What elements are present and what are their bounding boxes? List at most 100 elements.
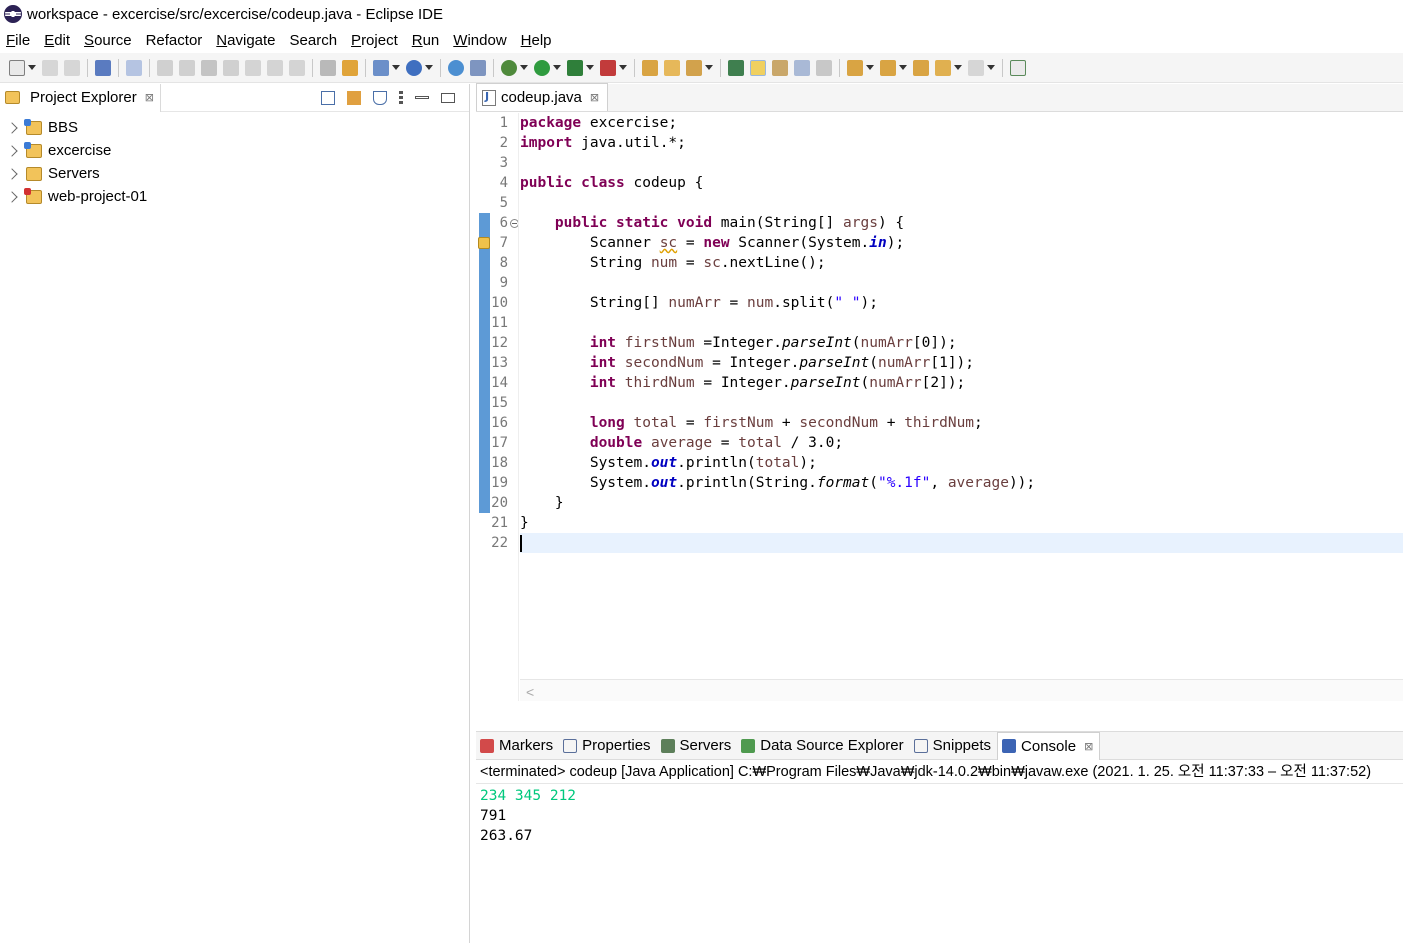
menu-run[interactable]: Run xyxy=(412,32,440,49)
toggle-breadcrumb-icon[interactable] xyxy=(728,59,744,76)
search-icon[interactable] xyxy=(686,59,702,76)
maximize-icon[interactable] xyxy=(441,92,455,103)
open-perspective-window-icon[interactable] xyxy=(1010,59,1026,76)
code-line-current[interactable] xyxy=(520,533,1403,553)
menu-edit[interactable]: Edit xyxy=(44,32,70,49)
code-line[interactable]: int secondNum = Integer.parseInt(numArr[… xyxy=(520,353,1403,373)
globe-icon[interactable] xyxy=(448,59,464,76)
new-java-project-icon[interactable] xyxy=(373,59,389,76)
mark-occurrences-icon[interactable] xyxy=(750,59,766,76)
tab-servers[interactable]: Servers xyxy=(657,732,738,760)
code-line[interactable]: System.out.println(total); xyxy=(520,453,1403,473)
code-line[interactable]: System.out.println(String.format("%.1f",… xyxy=(520,473,1403,493)
debug-icon[interactable] xyxy=(501,59,517,76)
menu-file[interactable]: File xyxy=(6,32,30,49)
menu-search[interactable]: Search xyxy=(290,32,338,49)
suspend-icon[interactable] xyxy=(179,59,195,76)
view-menu-icon[interactable] xyxy=(399,90,403,105)
scroll-left-arrow-icon[interactable]: < xyxy=(526,684,534,700)
coverage-dropdown-icon[interactable] xyxy=(586,65,594,70)
minimize-icon[interactable] xyxy=(415,96,429,99)
forward-dropdown-icon[interactable] xyxy=(987,65,995,70)
back-icon[interactable] xyxy=(935,59,951,76)
new-java-class-icon[interactable] xyxy=(406,59,422,76)
tab-properties[interactable]: Properties xyxy=(559,732,656,760)
forward-icon[interactable] xyxy=(968,59,984,76)
menu-window[interactable]: Window xyxy=(453,32,506,49)
code-line[interactable]: Scanner sc = new Scanner(System.in); xyxy=(520,233,1403,253)
use-step-filters-icon[interactable] xyxy=(320,59,336,76)
tab-data-source-explorer[interactable]: Data Source Explorer xyxy=(737,732,909,760)
back-dropdown-icon[interactable] xyxy=(954,65,962,70)
code-line[interactable] xyxy=(520,393,1403,413)
new-dropdown-icon[interactable] xyxy=(28,65,36,70)
next-annotation-dropdown-icon[interactable] xyxy=(866,65,874,70)
open-type-icon[interactable] xyxy=(642,59,658,76)
close-icon[interactable]: ⊠ xyxy=(590,91,599,104)
tab-project-explorer[interactable]: Project Explorer ⊠ xyxy=(0,83,161,112)
tab-codeup-java[interactable]: codeup.java ⊠ xyxy=(476,83,609,111)
drop-to-frame-icon[interactable] xyxy=(342,59,358,76)
open-folder-icon[interactable] xyxy=(664,59,680,76)
previous-annotation-icon[interactable] xyxy=(880,59,896,76)
run-icon[interactable] xyxy=(534,59,550,76)
tree-item-servers[interactable]: Servers xyxy=(0,162,469,185)
debug-dropdown-icon[interactable] xyxy=(520,65,528,70)
expand-chevron-icon[interactable] xyxy=(6,167,18,180)
resume-icon[interactable] xyxy=(157,59,173,76)
expand-chevron-icon[interactable] xyxy=(6,144,18,157)
code-line[interactable]: String[] numArr = num.split(" "); xyxy=(520,293,1403,313)
tree-item-excercise[interactable]: excercise xyxy=(0,139,469,162)
open-console-icon[interactable] xyxy=(95,59,111,76)
code-line[interactable] xyxy=(520,193,1403,213)
step-over-icon[interactable] xyxy=(267,59,283,76)
horizontal-scrollbar[interactable]: < xyxy=(520,679,1403,701)
tree-item-web-project-01[interactable]: web-project-01 xyxy=(0,185,469,208)
new-icon[interactable] xyxy=(9,59,25,76)
previous-annotation-dropdown-icon[interactable] xyxy=(899,65,907,70)
new-java-project-dropdown-icon[interactable] xyxy=(392,65,400,70)
link-with-editor-icon[interactable] xyxy=(347,90,361,105)
block-selection-icon[interactable] xyxy=(772,59,788,76)
code-line[interactable]: public class codeup { xyxy=(520,173,1403,193)
console-output[interactable]: 234 345 212 791 263.67 xyxy=(476,784,1403,846)
menu-project[interactable]: Project xyxy=(351,32,398,49)
code-line[interactable] xyxy=(520,153,1403,173)
code-line[interactable]: } xyxy=(520,513,1403,533)
menu-refactor[interactable]: Refactor xyxy=(146,32,203,49)
terminate-icon[interactable] xyxy=(201,59,217,76)
code-line[interactable]: String num = sc.nextLine(); xyxy=(520,253,1403,273)
external-tools-icon[interactable] xyxy=(600,59,616,76)
menu-navigate[interactable]: Navigate xyxy=(216,32,275,49)
save-icon[interactable] xyxy=(42,59,58,76)
source-code[interactable]: package excercise; import java.util.*; p… xyxy=(520,113,1403,553)
collapse-all-icon[interactable] xyxy=(321,90,335,105)
step-return-icon[interactable] xyxy=(289,59,305,76)
code-line[interactable]: public static void main(String[] args) { xyxy=(520,213,1403,233)
code-line[interactable]: long total = firstNum + secondNum + thir… xyxy=(520,413,1403,433)
code-area[interactable]: 1 2 3 4 5 6 7 8 9 10 11 12 13 14 15 16 17 18 19 20 21 22 pack… xyxy=(476,113,1403,701)
coverage-icon[interactable] xyxy=(567,59,583,76)
tab-snippets[interactable]: Snippets xyxy=(910,732,997,760)
search-dropdown-icon[interactable] xyxy=(705,65,713,70)
code-line[interactable] xyxy=(520,313,1403,333)
tab-console[interactable]: Console ⊠ xyxy=(997,731,1101,760)
close-icon[interactable]: ⊠ xyxy=(145,91,154,104)
code-line[interactable]: } xyxy=(520,493,1403,513)
step-into-icon[interactable] xyxy=(245,59,261,76)
close-icon[interactable]: ⊠ xyxy=(1084,740,1093,753)
disconnect-icon[interactable] xyxy=(223,59,239,76)
code-line[interactable]: int thirdNum = Integer.parseInt(numArr[2… xyxy=(520,373,1403,393)
menu-help[interactable]: Help xyxy=(521,32,552,49)
code-line[interactable] xyxy=(520,273,1403,293)
expand-chevron-icon[interactable] xyxy=(6,121,18,134)
run-dropdown-icon[interactable] xyxy=(553,65,561,70)
open-perspective-icon[interactable] xyxy=(470,59,486,76)
code-line[interactable]: int firstNum =Integer.parseInt(numArr[0]… xyxy=(520,333,1403,353)
filter-icon[interactable] xyxy=(373,90,387,105)
next-annotation-icon[interactable] xyxy=(847,59,863,76)
external-tools-dropdown-icon[interactable] xyxy=(619,65,627,70)
code-line[interactable]: double average = total / 3.0; xyxy=(520,433,1403,453)
tab-markers[interactable]: Markers xyxy=(476,732,559,760)
save-all-icon[interactable] xyxy=(64,59,80,76)
